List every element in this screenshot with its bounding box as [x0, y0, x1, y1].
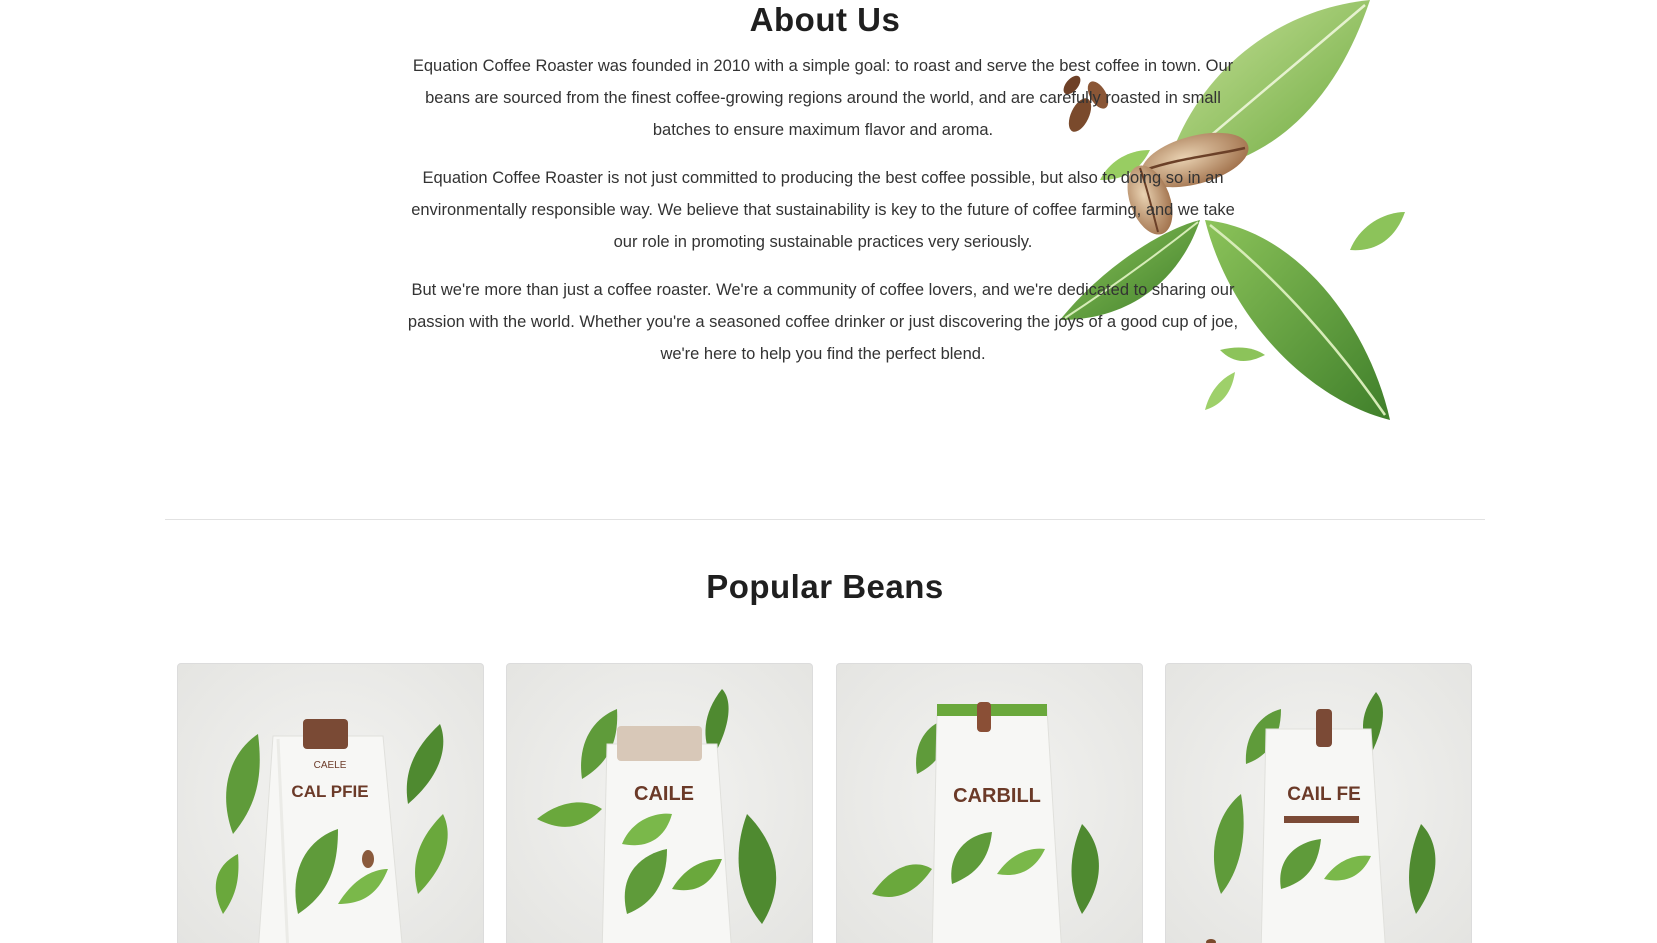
coffee-bag-image: CAIL FE: [1206, 692, 1436, 943]
product-card[interactable]: CAILE: [506, 663, 813, 943]
popular-beans-title: Popular Beans: [706, 568, 944, 605]
product-grid: CAELE CAL PFIE CAILE CARBILL CAIL FE: [177, 663, 1472, 943]
bag-brand-text: CAIL FE: [1287, 784, 1361, 805]
bag-brand-text: CAILE: [634, 783, 694, 805]
about-section: About Us Equation Coffee Roaster was fou…: [0, 0, 1657, 520]
product-card[interactable]: CAELE CAL PFIE: [177, 663, 484, 943]
bag-brand-text: CAL PFIE: [291, 782, 368, 801]
bag-subtitle-text: CAELE: [314, 760, 347, 771]
product-card[interactable]: CARBILL: [836, 663, 1143, 943]
page: About Us Equation Coffee Roaster was fou…: [0, 0, 1657, 943]
about-text: Equation Coffee Roaster was founded in 2…: [403, 50, 1243, 386]
about-paragraph: Equation Coffee Roaster was founded in 2…: [412, 57, 1234, 139]
bag-brand-text: CARBILL: [953, 785, 1041, 807]
section-divider: [165, 519, 1485, 520]
about-paragraph: But we're more than just a coffee roaste…: [407, 281, 1239, 363]
coffee-bag-image: CAILE: [537, 689, 777, 943]
coffee-bag-image: CAELE CAL PFIE: [215, 719, 448, 943]
product-card[interactable]: CAIL FE: [1165, 663, 1472, 943]
about-paragraph: Equation Coffee Roaster is not just comm…: [411, 169, 1235, 251]
coffee-bag-image: CARBILL: [872, 702, 1099, 943]
about-title: About Us: [749, 1, 901, 38]
